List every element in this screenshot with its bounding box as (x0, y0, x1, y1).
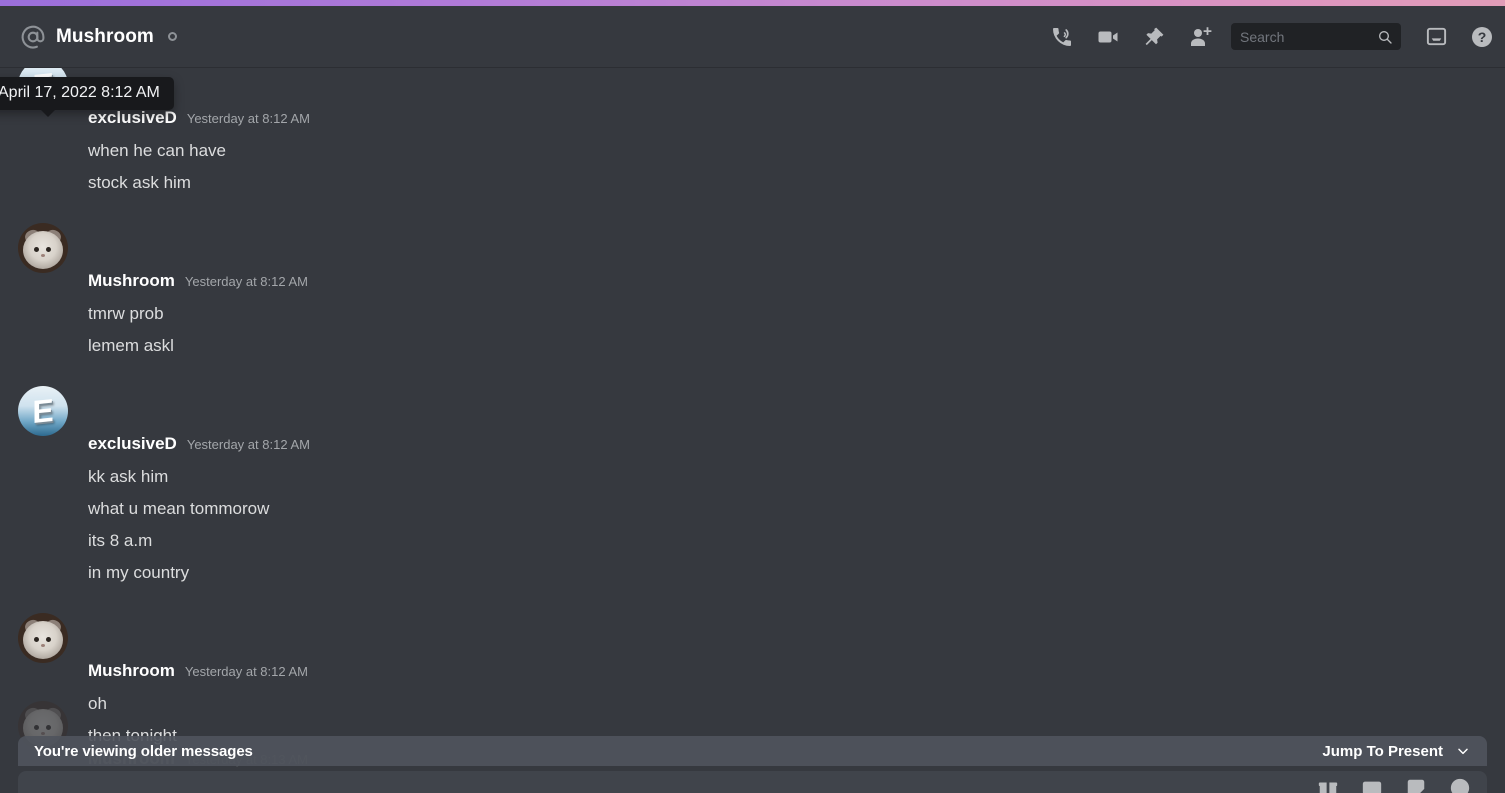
message-author[interactable]: exclusiveD (88, 108, 177, 128)
help-icon[interactable]: ? (1459, 14, 1505, 60)
timestamp-tooltip: April 17, 2022 8:12 AM (0, 77, 174, 117)
search-input[interactable]: Search (1231, 23, 1401, 50)
message-header: exclusiveD Yesterday at 8:12 AM (0, 434, 1505, 461)
avatar[interactable] (18, 613, 68, 663)
call-icon[interactable] (1039, 14, 1085, 60)
message-line: in my country (88, 563, 190, 582)
message-group-spacer (0, 362, 1505, 382)
jump-to-present-button[interactable]: Jump To Present (1322, 743, 1471, 760)
message-line: lemem askl (88, 336, 174, 355)
emoji-icon[interactable] (1449, 777, 1471, 793)
message-composer[interactable] (18, 771, 1487, 793)
sticker-icon[interactable] (1405, 777, 1427, 793)
message-line: when he can have (88, 141, 226, 160)
page-title: Mushroom (56, 25, 154, 47)
chevron-down-icon (1455, 743, 1471, 759)
video-icon[interactable] (1085, 14, 1131, 60)
dm-header: Mushroom Search ? (0, 6, 1505, 68)
search-icon (1377, 29, 1393, 45)
message-author[interactable]: Mushroom (88, 271, 175, 291)
message-header: Mushroom Yesterday at 8:12 AM (0, 661, 1505, 688)
search-placeholder: Search (1240, 28, 1285, 45)
message-line: its 8 a.m (88, 531, 153, 550)
message-list[interactable]: EexclusiveD Yesterday at 8:12 AM when he c… (0, 68, 1505, 748)
avatar[interactable]: E (18, 386, 68, 436)
at-icon (20, 24, 46, 50)
message-group: EexclusiveDYesterday at 8:12 AMwhen he c… (0, 68, 1505, 199)
message-timestamp[interactable]: Yesterday at 8:12 AM (187, 111, 310, 126)
add-friend-icon[interactable] (1177, 14, 1223, 60)
message-author[interactable]: Mushroom (88, 661, 175, 681)
gift-icon[interactable] (1317, 777, 1339, 793)
message-timestamp[interactable]: Yesterday at 8:12 AM (185, 664, 308, 679)
jump-to-present-label: Jump To Present (1322, 742, 1443, 760)
svg-text:?: ? (1478, 29, 1487, 45)
composer-icons (1317, 771, 1471, 793)
message-timestamp[interactable]: Yesterday at 8:12 AM (187, 437, 310, 452)
message-group-spacer (0, 589, 1505, 609)
message-line: what u mean tommorow (88, 499, 270, 518)
older-messages-label: You're viewing older messages (34, 742, 253, 760)
message-header: exclusiveD Yesterday at 8:12 AM (0, 108, 1505, 135)
message-group: Mushroom Yesterday at 8:12 AM tmrw prob lem… (0, 219, 1505, 362)
message-line: tmrw prob (88, 304, 164, 323)
pin-icon[interactable] (1131, 14, 1177, 60)
message-timestamp[interactable]: Yesterday at 8:12 AM (185, 274, 308, 289)
dm-header-actions: Search ? (1039, 14, 1505, 60)
older-messages-bar[interactable]: You're viewing older messages Jump To Pr… (18, 736, 1487, 766)
message-header: Mushroom Yesterday at 8:12 AM (0, 271, 1505, 298)
inbox-icon[interactable] (1413, 14, 1459, 60)
message-line: kk ask him (88, 467, 169, 486)
message-group: EexclusiveD Yesterday at 8:12 AM kk ask hi… (0, 382, 1505, 589)
message-author[interactable]: exclusiveD (88, 434, 177, 454)
message-group-spacer (0, 199, 1505, 219)
dm-header-left: Mushroom (0, 24, 1039, 50)
message-line: stock ask him (88, 173, 191, 192)
avatar[interactable] (18, 223, 68, 273)
gif-icon[interactable] (1361, 777, 1383, 793)
status-badge (167, 32, 177, 41)
